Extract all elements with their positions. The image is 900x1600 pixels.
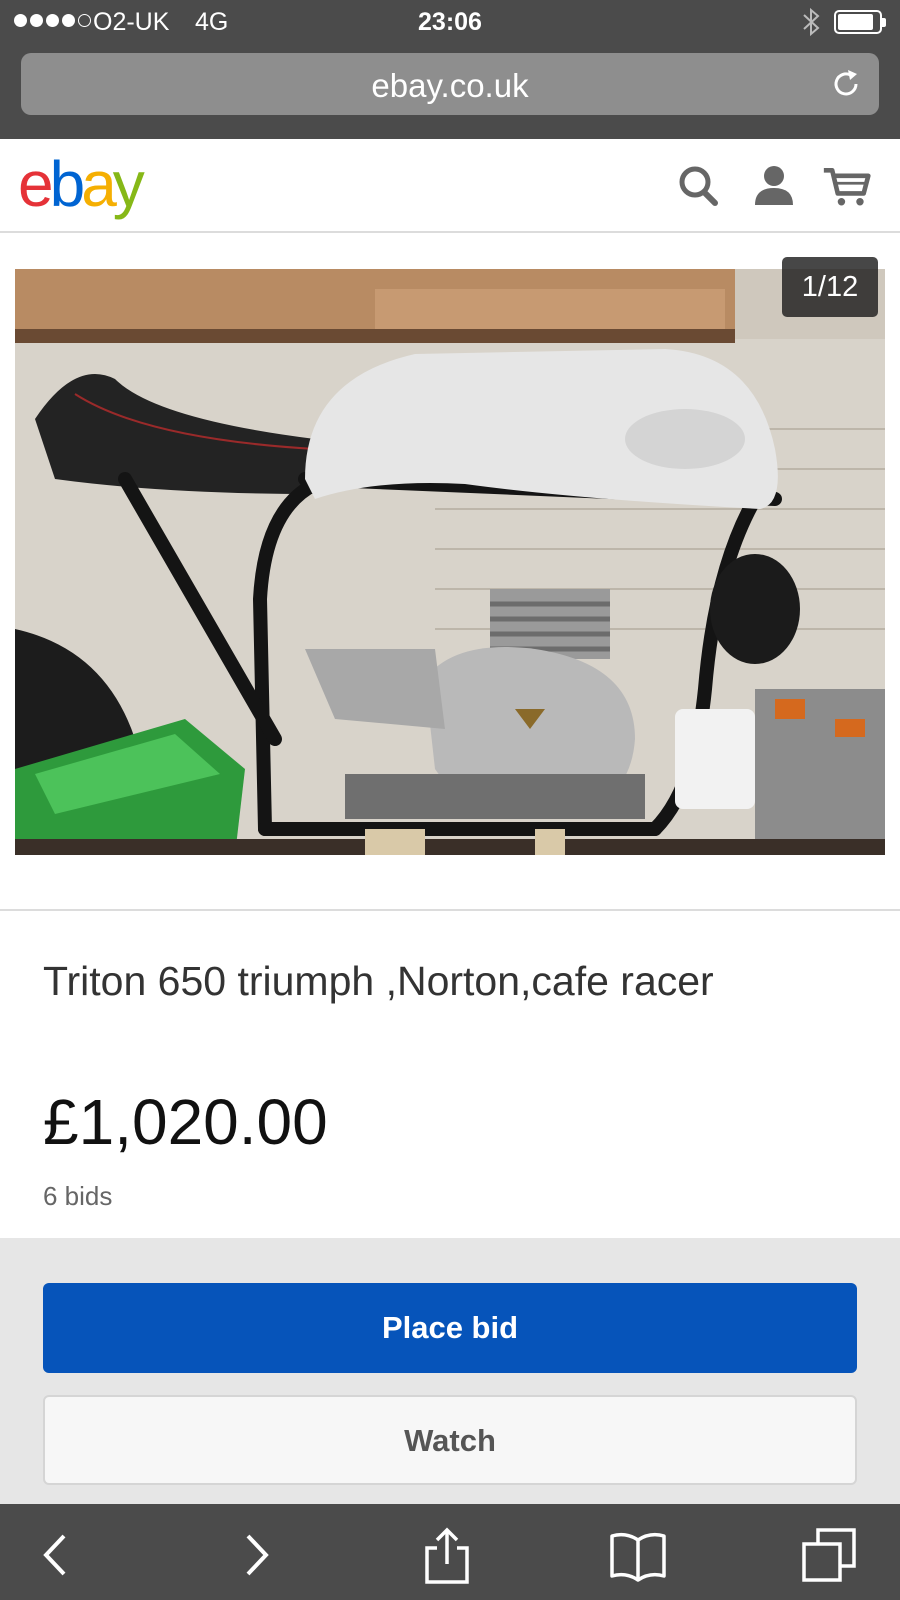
item-title: Triton 650 triumph ,Norton,cafe racer: [43, 958, 714, 1004]
address-bar[interactable]: ebay.co.uk: [21, 53, 879, 115]
watch-button[interactable]: Watch: [43, 1395, 857, 1485]
back-icon[interactable]: [26, 1526, 86, 1584]
bluetooth-icon: [803, 7, 820, 37]
bid-count[interactable]: 6 bids: [43, 1181, 112, 1212]
forward-icon[interactable]: [226, 1526, 286, 1584]
cart-icon[interactable]: [822, 161, 872, 211]
action-panel: Place bid Watch: [0, 1238, 900, 1504]
ebay-logo[interactable]: ebay: [18, 147, 145, 221]
browser-chrome: O2-UK 4G 23:06 ebay.co.uk: [0, 0, 900, 139]
tabs-icon[interactable]: [800, 1526, 860, 1584]
site-header: ebay: [0, 139, 900, 233]
image-gallery[interactable]: 1/12: [0, 235, 900, 911]
search-icon[interactable]: [674, 161, 724, 211]
place-bid-button[interactable]: Place bid: [43, 1283, 857, 1373]
user-icon[interactable]: [749, 161, 799, 211]
battery-icon: [834, 10, 886, 34]
share-icon[interactable]: [417, 1526, 477, 1584]
item-price: £1,020.00: [43, 1086, 328, 1158]
status-time: 23:06: [418, 8, 482, 36]
browser-toolbar: [0, 1504, 900, 1600]
item-photo[interactable]: [15, 269, 885, 855]
bookmarks-icon[interactable]: [608, 1526, 668, 1584]
image-counter: 1/12: [782, 257, 878, 317]
status-bar: O2-UK 4G 23:06: [0, 0, 900, 44]
url-text: ebay.co.uk: [371, 67, 529, 104]
reload-icon[interactable]: [829, 67, 863, 101]
